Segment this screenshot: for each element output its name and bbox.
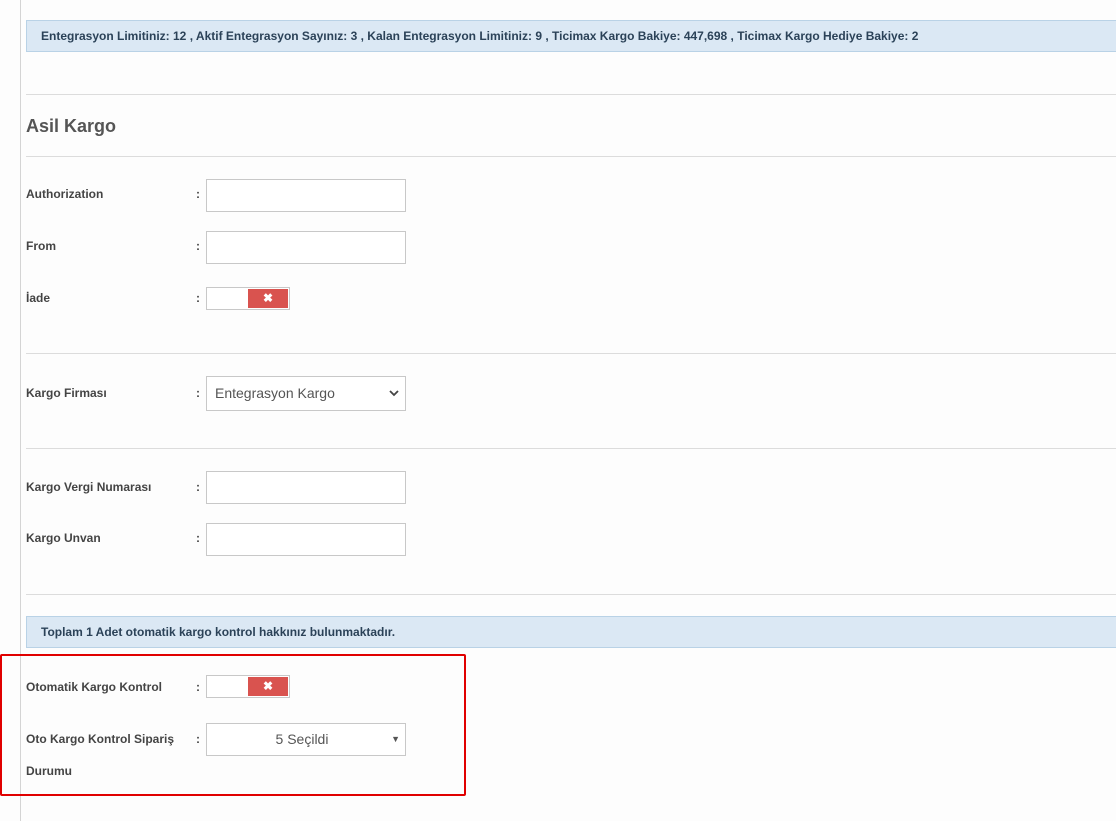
kargo-firmasi-select[interactable]: Entegrasyon Kargo bbox=[206, 376, 406, 411]
iade-label: İade bbox=[26, 291, 51, 305]
from-input[interactable] bbox=[206, 231, 406, 264]
from-label: From bbox=[26, 239, 56, 253]
highlight-box bbox=[0, 654, 466, 796]
authorization-input[interactable] bbox=[206, 179, 406, 212]
close-icon: ✖ bbox=[248, 289, 288, 308]
divider bbox=[26, 353, 1116, 354]
kargo-firmasi-selected-value: Entegrasyon Kargo bbox=[215, 385, 335, 401]
divider bbox=[26, 448, 1116, 449]
kargo-unvan-label: Kargo Unvan bbox=[26, 531, 101, 545]
kargo-firmasi-label: Kargo Firması bbox=[26, 386, 107, 400]
auto-check-notice-bar: Toplam 1 Adet otomatik kargo kontrol hak… bbox=[26, 616, 1116, 648]
section-title: Asil Kargo bbox=[26, 116, 117, 136]
kargo-vergi-numarasi-input[interactable] bbox=[206, 471, 406, 504]
colon: : bbox=[196, 386, 200, 400]
divider bbox=[26, 94, 1116, 95]
divider bbox=[26, 594, 1116, 595]
colon: : bbox=[196, 480, 200, 494]
authorization-label: Authorization bbox=[26, 187, 104, 201]
kargo-unvan-input[interactable] bbox=[206, 523, 406, 556]
divider bbox=[26, 156, 1116, 157]
chevron-down-icon bbox=[389, 390, 399, 397]
colon: : bbox=[196, 291, 200, 305]
kargo-vergi-numarasi-label: Kargo Vergi Numarası bbox=[26, 480, 152, 494]
iade-toggle[interactable]: ✖ bbox=[206, 287, 290, 310]
colon: : bbox=[196, 239, 200, 253]
integration-info-bar: Entegrasyon Limitiniz: 12 , Aktif Entegr… bbox=[26, 20, 1116, 52]
colon: : bbox=[196, 187, 200, 201]
colon: : bbox=[196, 531, 200, 545]
